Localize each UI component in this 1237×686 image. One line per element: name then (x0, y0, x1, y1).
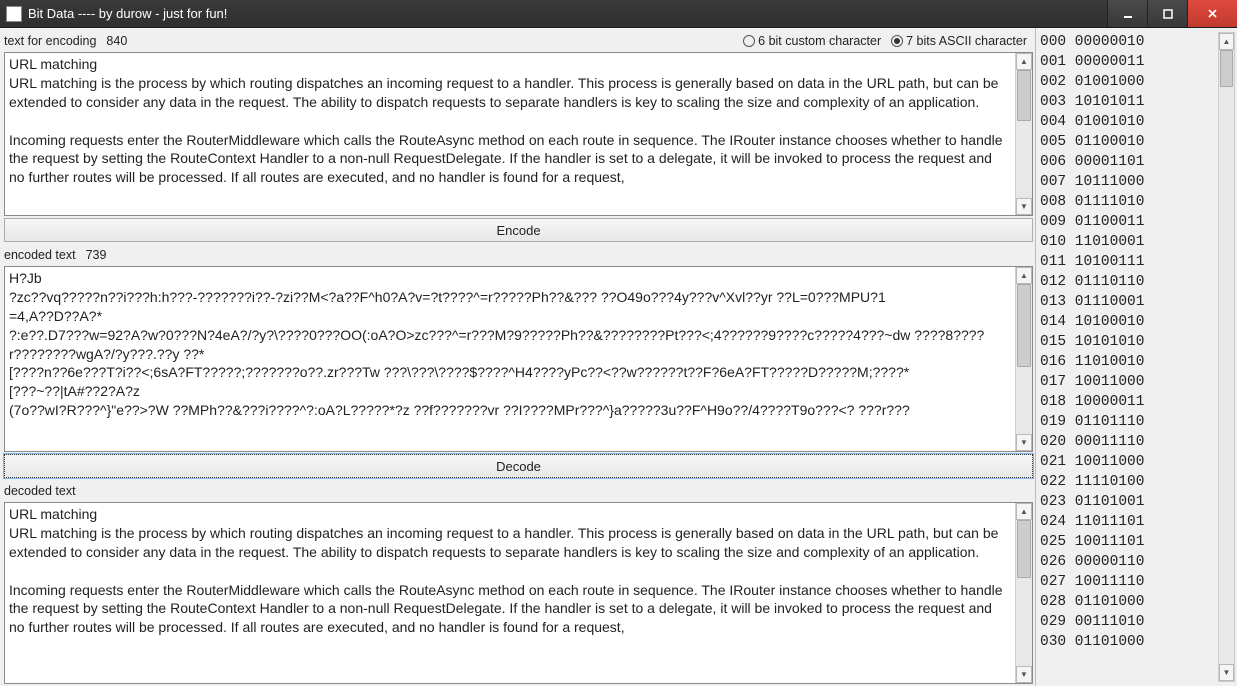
encoded-textbox-content: H?Jb ?zc??vq?????n??i???h:h???-???????i?… (5, 267, 1015, 451)
left-pane: text for encoding 840 6 bit custom chara… (0, 28, 1035, 686)
input-label: text for encoding (4, 34, 96, 48)
input-scrollbar[interactable]: ▲ ▼ (1015, 53, 1032, 215)
scroll-down-icon[interactable]: ▼ (1016, 434, 1032, 451)
decoded-textbox-content: URL matching URL matching is the process… (5, 503, 1015, 683)
radio-6bit[interactable]: 6 bit custom character (743, 34, 881, 48)
radio-7bit[interactable]: 7 bits ASCII character (891, 34, 1027, 48)
decoded-label: decoded text (4, 484, 76, 498)
encoded-label-row: encoded text 739 (4, 244, 1033, 266)
window-title: Bit Data ---- by durow - just for fun! (28, 6, 1107, 21)
radio-6bit-dot (743, 35, 755, 47)
scroll-down-icon[interactable]: ▼ (1016, 666, 1032, 683)
bit-scrollbar[interactable]: ▲ ▼ (1218, 32, 1235, 682)
scroll-down-icon[interactable]: ▼ (1016, 198, 1032, 215)
scroll-down-icon[interactable]: ▼ (1219, 664, 1234, 681)
decoded-scrollbar[interactable]: ▲ ▼ (1015, 503, 1032, 683)
app-icon (6, 6, 22, 22)
title-bar: Bit Data ---- by durow - just for fun! (0, 0, 1237, 28)
radio-7bit-label: 7 bits ASCII character (906, 34, 1027, 48)
input-count: 840 (106, 34, 127, 48)
input-textbox[interactable]: URL matching URL matching is the process… (4, 52, 1033, 216)
scroll-up-icon[interactable]: ▲ (1016, 503, 1032, 520)
bit-list[interactable]: 000 00000010 001 00000011 002 01001000 0… (1040, 32, 1218, 682)
encoded-scrollbar[interactable]: ▲ ▼ (1015, 267, 1032, 451)
minimize-button[interactable] (1107, 0, 1147, 27)
encoded-textbox[interactable]: H?Jb ?zc??vq?????n??i???h:h???-???????i?… (4, 266, 1033, 452)
window-controls (1107, 0, 1237, 27)
scroll-up-icon[interactable]: ▲ (1016, 267, 1032, 284)
encoded-label: encoded text (4, 248, 76, 262)
input-textbox-content: URL matching URL matching is the process… (5, 53, 1015, 215)
encoded-count: 739 (86, 248, 107, 262)
scroll-up-icon[interactable]: ▲ (1219, 33, 1234, 50)
decoded-label-row: decoded text (4, 480, 1033, 502)
maximize-button[interactable] (1147, 0, 1187, 27)
decode-button[interactable]: Decode (4, 454, 1033, 478)
input-label-row: text for encoding 840 6 bit custom chara… (4, 30, 1033, 52)
radio-7bit-dot (891, 35, 903, 47)
close-button[interactable] (1187, 0, 1237, 27)
radio-6bit-label: 6 bit custom character (758, 34, 881, 48)
encode-button[interactable]: Encode (4, 218, 1033, 242)
encoding-options: 6 bit custom character 7 bits ASCII char… (743, 34, 1033, 48)
decoded-textbox[interactable]: URL matching URL matching is the process… (4, 502, 1033, 684)
scroll-up-icon[interactable]: ▲ (1016, 53, 1032, 70)
bit-pane: 000 00000010 001 00000011 002 01001000 0… (1035, 28, 1237, 686)
